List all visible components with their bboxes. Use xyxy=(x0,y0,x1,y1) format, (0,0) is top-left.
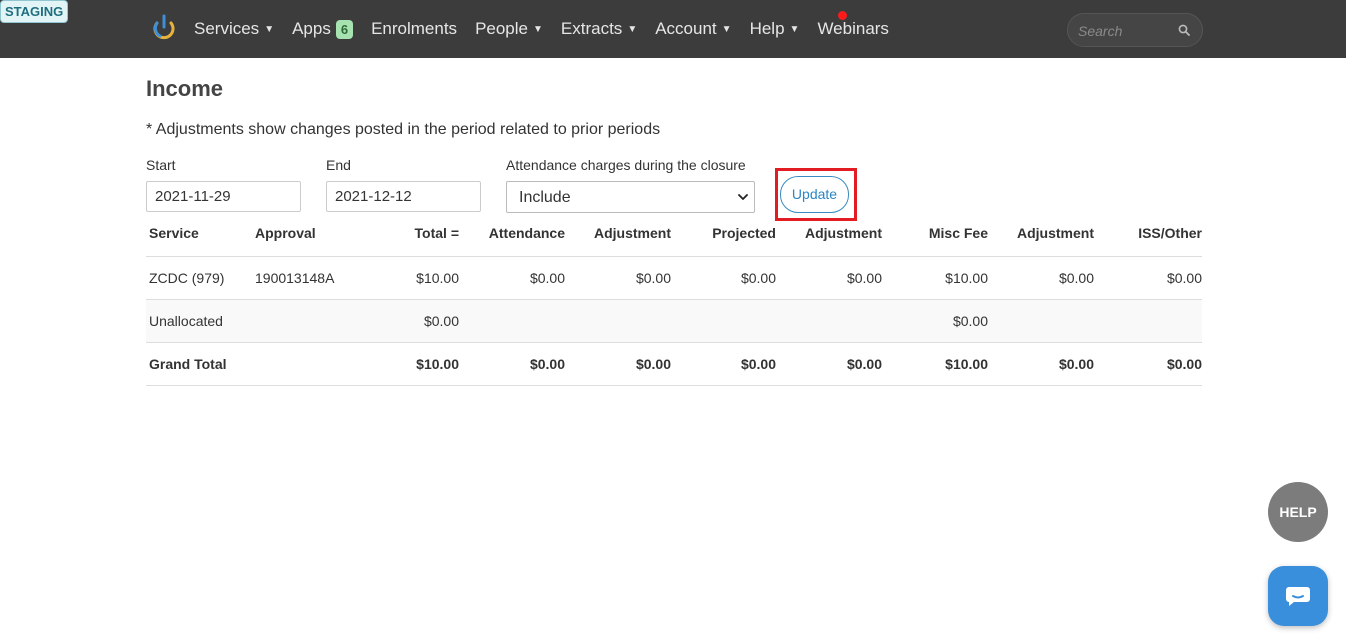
col-header-approval: Approval xyxy=(252,214,358,257)
cell-service: Unallocated xyxy=(146,299,252,343)
cell-attendance xyxy=(459,299,565,343)
search-box[interactable] xyxy=(1067,13,1203,47)
nav-services[interactable]: Services ▼ xyxy=(194,19,274,39)
cell-misc-fee: $0.00 xyxy=(882,299,988,343)
cell-adjustment: $0.00 xyxy=(988,342,1094,386)
chevron-down-icon: ▼ xyxy=(789,23,800,35)
nav-apps-label: Apps xyxy=(292,19,331,38)
closure-charges-label: Attendance charges during the closure xyxy=(506,157,746,173)
closure-charges-select[interactable]: Include xyxy=(506,181,755,213)
start-date-input[interactable]: 2021-11-29 xyxy=(146,181,301,212)
nav-apps[interactable]: Apps 6 xyxy=(292,19,354,39)
col-header-total: Total = xyxy=(358,214,459,257)
main-nav: Services ▼ Apps 6 Enrolments People ▼ Ex… xyxy=(194,0,907,58)
cell-total: $10.00 xyxy=(358,342,459,386)
cell-adjustment: $0.00 xyxy=(776,342,882,386)
cell-service: Grand Total xyxy=(146,342,252,386)
col-header-attendance: Attendance xyxy=(459,214,565,257)
cell-service: ZCDC (979) xyxy=(146,256,252,300)
cell-projected: $0.00 xyxy=(671,342,776,386)
chevron-down-icon: ▼ xyxy=(627,23,638,35)
cell-approval: 190013148A xyxy=(252,256,358,300)
apps-count-badge: 6 xyxy=(335,19,354,39)
col-header-adjustment: Adjustment xyxy=(988,214,1094,257)
cell-iss-other xyxy=(1094,299,1202,343)
col-header-iss-other: ISS/Other xyxy=(1094,214,1202,257)
chevron-down-icon: ▼ xyxy=(721,23,732,35)
help-button[interactable]: HELP xyxy=(1268,482,1328,542)
income-table: Service Approval Total = Attendance Adju… xyxy=(146,214,1202,386)
cell-adjustment xyxy=(776,299,882,343)
cell-adjustment: $0.00 xyxy=(565,256,671,300)
cell-misc-fee: $10.00 xyxy=(882,342,988,386)
cell-projected: $0.00 xyxy=(671,256,776,300)
table-header-row: Service Approval Total = Attendance Adju… xyxy=(146,214,1202,257)
nav-help-label: Help xyxy=(749,19,785,38)
cell-adjustment xyxy=(565,299,671,343)
chevron-down-icon: ▼ xyxy=(264,23,275,35)
adjustments-note: * Adjustments show changes posted in the… xyxy=(146,121,661,138)
col-header-adjustment: Adjustment xyxy=(565,214,671,257)
nav-enrolments[interactable]: Enrolments xyxy=(371,19,457,39)
nav-extracts-label: Extracts xyxy=(560,19,623,38)
nav-account[interactable]: Account ▼ xyxy=(655,19,731,39)
cell-attendance: $0.00 xyxy=(459,342,565,386)
closure-charges-value: Include xyxy=(519,189,571,206)
grand-total-row: Grand Total $10.00 $0.00 $0.00 $0.00 $0.… xyxy=(146,342,1202,386)
cell-adjustment: $0.00 xyxy=(776,256,882,300)
cell-approval xyxy=(252,299,358,343)
end-date-input[interactable]: 2021-12-12 xyxy=(326,181,481,212)
col-header-adjustment: Adjustment xyxy=(776,214,882,257)
chat-button[interactable] xyxy=(1268,566,1328,626)
table-row: ZCDC (979) 190013148A $10.00 $0.00 $0.00… xyxy=(146,256,1202,300)
table-row: Unallocated $0.00 $0.00 xyxy=(146,299,1202,343)
nav-account-label: Account xyxy=(655,19,717,38)
update-button[interactable]: Update xyxy=(780,176,849,213)
top-navbar: Services ▼ Apps 6 Enrolments People ▼ Ex… xyxy=(0,0,1346,58)
cell-adjustment xyxy=(988,299,1094,343)
nav-enrolments-label: Enrolments xyxy=(371,19,458,38)
cell-adjustment: $0.00 xyxy=(988,256,1094,300)
cell-attendance: $0.00 xyxy=(459,256,565,300)
cell-adjustment: $0.00 xyxy=(565,342,671,386)
cell-iss-other: $0.00 xyxy=(1094,256,1202,300)
start-label: Start xyxy=(146,157,176,173)
notification-dot xyxy=(838,11,847,20)
col-header-projected: Projected xyxy=(671,214,776,257)
page-title: Income xyxy=(146,76,224,101)
cell-approval xyxy=(252,342,358,386)
chevron-down-icon xyxy=(738,194,748,200)
cell-total: $10.00 xyxy=(358,256,459,300)
search-icon[interactable] xyxy=(1178,24,1190,36)
col-header-service: Service xyxy=(146,214,252,257)
cell-misc-fee: $10.00 xyxy=(882,256,988,300)
nav-webinars-label: Webinars xyxy=(817,19,889,38)
nav-webinars[interactable]: Webinars xyxy=(817,19,889,39)
col-header-misc-fee: Misc Fee xyxy=(882,214,988,257)
search-input[interactable] xyxy=(1078,21,1178,41)
nav-help[interactable]: Help ▼ xyxy=(750,19,800,39)
chat-icon xyxy=(1286,587,1310,606)
nav-people-label: People xyxy=(475,19,528,38)
cell-total: $0.00 xyxy=(358,299,459,343)
staging-badge: STAGING xyxy=(0,0,69,23)
cell-projected xyxy=(671,299,776,343)
cell-iss-other: $0.00 xyxy=(1094,342,1202,386)
nav-people[interactable]: People ▼ xyxy=(475,19,543,39)
nav-extracts[interactable]: Extracts ▼ xyxy=(561,19,637,39)
nav-services-label: Services xyxy=(194,19,260,38)
logo-icon[interactable] xyxy=(152,14,176,40)
chevron-down-icon: ▼ xyxy=(533,23,543,35)
end-label: End xyxy=(326,157,351,173)
